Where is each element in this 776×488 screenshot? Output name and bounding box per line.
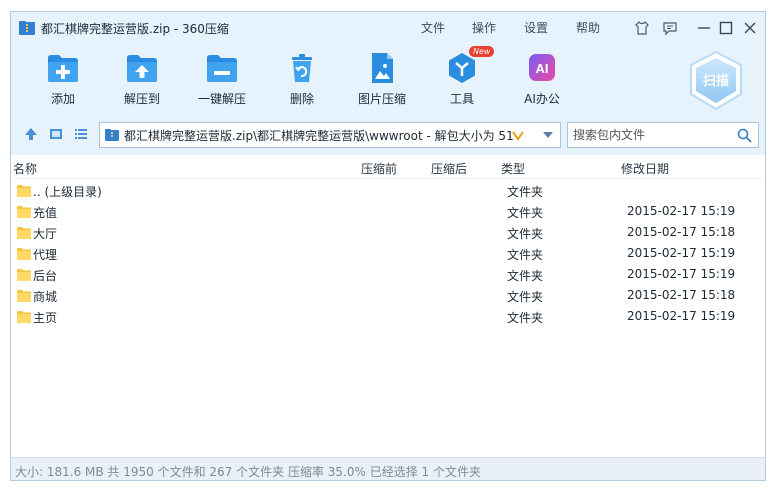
- folder-icon: [17, 311, 31, 323]
- ai-office-button[interactable]: AI AI办公: [507, 52, 577, 112]
- table-row[interactable]: 大厅 文件夹 2015-02-17 15:18: [11, 222, 765, 243]
- up-arrow-icon[interactable]: [23, 126, 39, 142]
- column-original-size[interactable]: 压缩前: [361, 160, 397, 177]
- folder-icon: [17, 269, 31, 281]
- ai-office-icon: AI: [529, 54, 555, 81]
- folder-icon: [17, 290, 31, 302]
- row-date: 2015-02-17 15:19: [627, 204, 736, 218]
- message-icon: [663, 22, 677, 36]
- row-date: 2015-02-17 15:18: [627, 288, 736, 302]
- delete-label: 删除: [289, 92, 314, 106]
- column-type[interactable]: 类型: [501, 160, 525, 177]
- tools-button[interactable]: New 工具: [427, 46, 497, 112]
- row-type: 文件夹: [507, 206, 544, 220]
- row-name: 主页: [33, 311, 58, 325]
- address-bar[interactable]: 都汇棋牌完整运营版.zip\都汇棋牌完整运营版\wwwroot - 解包大小为 …: [99, 122, 561, 148]
- image-compress-label: 图片压缩: [357, 92, 406, 106]
- status-text: 大小: 181.6 MB 共 1950 个文件和 267 个文件夹 压缩率 35…: [15, 465, 481, 479]
- row-type: 文件夹: [507, 311, 544, 325]
- thumbnail-view-icon[interactable]: [48, 126, 64, 142]
- column-name[interactable]: 名称: [13, 160, 37, 177]
- menu-settings[interactable]: 设置: [524, 19, 548, 36]
- table-row[interactable]: 主页 文件夹 2015-02-17 15:19: [11, 306, 765, 327]
- feedback-button[interactable]: [661, 19, 679, 37]
- file-list: 名称 压缩前 压缩后 类型 修改日期 .. (上级目录) 文件夹 充值 文件夹 …: [11, 155, 765, 457]
- extract-to-button[interactable]: 解压到: [107, 52, 177, 112]
- delete-icon: [292, 54, 312, 82]
- list-view-icon[interactable]: [73, 126, 89, 142]
- column-compressed-size[interactable]: 压缩后: [431, 160, 467, 177]
- row-name: 商城: [33, 290, 58, 304]
- close-icon: [744, 22, 756, 34]
- table-row[interactable]: 商城 文件夹 2015-02-17 15:18: [11, 285, 765, 306]
- row-name: .. (上级目录): [33, 185, 102, 199]
- row-name: 大厅: [33, 227, 58, 241]
- new-badge: New: [469, 46, 495, 57]
- row-date: 2015-02-17 15:19: [627, 309, 736, 323]
- zip-app-icon: [19, 21, 35, 35]
- add-button[interactable]: 添加: [28, 52, 98, 112]
- row-type: 文件夹: [507, 185, 544, 199]
- row-date: 2015-02-17 15:18: [627, 225, 736, 239]
- title-bar: 都汇棋牌完整运营版.zip - 360压缩 文件 操作 设置 帮助: [11, 12, 765, 44]
- scan-label: 扫描: [703, 73, 729, 89]
- minimize-button[interactable]: [695, 19, 713, 37]
- row-type: 文件夹: [507, 269, 544, 283]
- table-row[interactable]: 代理 文件夹 2015-02-17 15:19: [11, 243, 765, 264]
- search-input[interactable]: [568, 123, 732, 147]
- table-row[interactable]: 后台 文件夹 2015-02-17 15:19: [11, 264, 765, 285]
- table-row[interactable]: .. (上级目录) 文件夹: [11, 180, 765, 201]
- close-button[interactable]: [741, 19, 759, 37]
- tools-label: 工具: [449, 92, 474, 106]
- shirt-icon: [635, 20, 649, 35]
- delete-button[interactable]: 删除: [267, 52, 337, 112]
- maximize-button[interactable]: [717, 19, 735, 37]
- status-bar: 大小: 181.6 MB 共 1950 个文件和 267 个文件夹 压缩率 35…: [11, 457, 765, 480]
- maximize-icon: [719, 21, 733, 35]
- extract-to-label: 解压到: [123, 92, 160, 106]
- skin-button[interactable]: [633, 19, 651, 37]
- add-icon: [48, 55, 78, 82]
- one-click-extract-button[interactable]: 一键解压: [187, 52, 257, 112]
- chevron-down-icon[interactable]: [542, 131, 554, 139]
- row-name: 代理: [33, 248, 58, 262]
- one-click-extract-label: 一键解压: [197, 92, 246, 106]
- add-label: 添加: [50, 92, 75, 106]
- minimize-icon: [698, 27, 710, 29]
- menu-help[interactable]: 帮助: [576, 19, 600, 36]
- app-window: 都汇棋牌完整运营版.zip - 360压缩 文件 操作 设置 帮助 添加 解压到…: [10, 11, 766, 481]
- row-date: 2015-02-17 15:19: [627, 267, 736, 281]
- row-name: 充值: [33, 206, 58, 220]
- row-type: 文件夹: [507, 248, 544, 262]
- mini-chevron-icon: [512, 131, 524, 141]
- ai-office-label: AI办公: [524, 92, 560, 106]
- extract-to-icon: [127, 55, 157, 82]
- folder-icon: [17, 206, 31, 218]
- scan-button[interactable]: 扫描: [687, 50, 745, 112]
- menu-operation[interactable]: 操作: [472, 19, 496, 36]
- folder-icon: [17, 248, 31, 260]
- window-title: 都汇棋牌完整运营版.zip - 360压缩: [41, 22, 229, 36]
- zip-file-icon: [105, 129, 119, 141]
- address-path: 都汇棋牌完整运营版.zip\都汇棋牌完整运营版\wwwroot - 解包大小为 …: [124, 128, 514, 143]
- scan-shield-icon: 扫描: [690, 50, 742, 111]
- image-compress-button[interactable]: 图片压缩: [347, 52, 417, 112]
- row-name: 后台: [33, 269, 58, 283]
- column-modified-date[interactable]: 修改日期: [621, 160, 669, 177]
- ai-icon-text: AI: [536, 61, 549, 76]
- list-header: 名称 压缩前 压缩后 类型 修改日期: [11, 155, 765, 179]
- folder-icon: [17, 227, 31, 239]
- image-compress-icon: [372, 53, 393, 83]
- row-date: 2015-02-17 15:19: [627, 246, 736, 260]
- table-row[interactable]: 充值 文件夹 2015-02-17 15:19: [11, 201, 765, 222]
- row-type: 文件夹: [507, 290, 544, 304]
- one-click-extract-icon: [207, 55, 237, 82]
- search-box[interactable]: [567, 122, 759, 148]
- search-icon[interactable]: [737, 128, 752, 143]
- menu-file[interactable]: 文件: [421, 19, 445, 36]
- folder-icon: [17, 185, 31, 197]
- row-type: 文件夹: [507, 227, 544, 241]
